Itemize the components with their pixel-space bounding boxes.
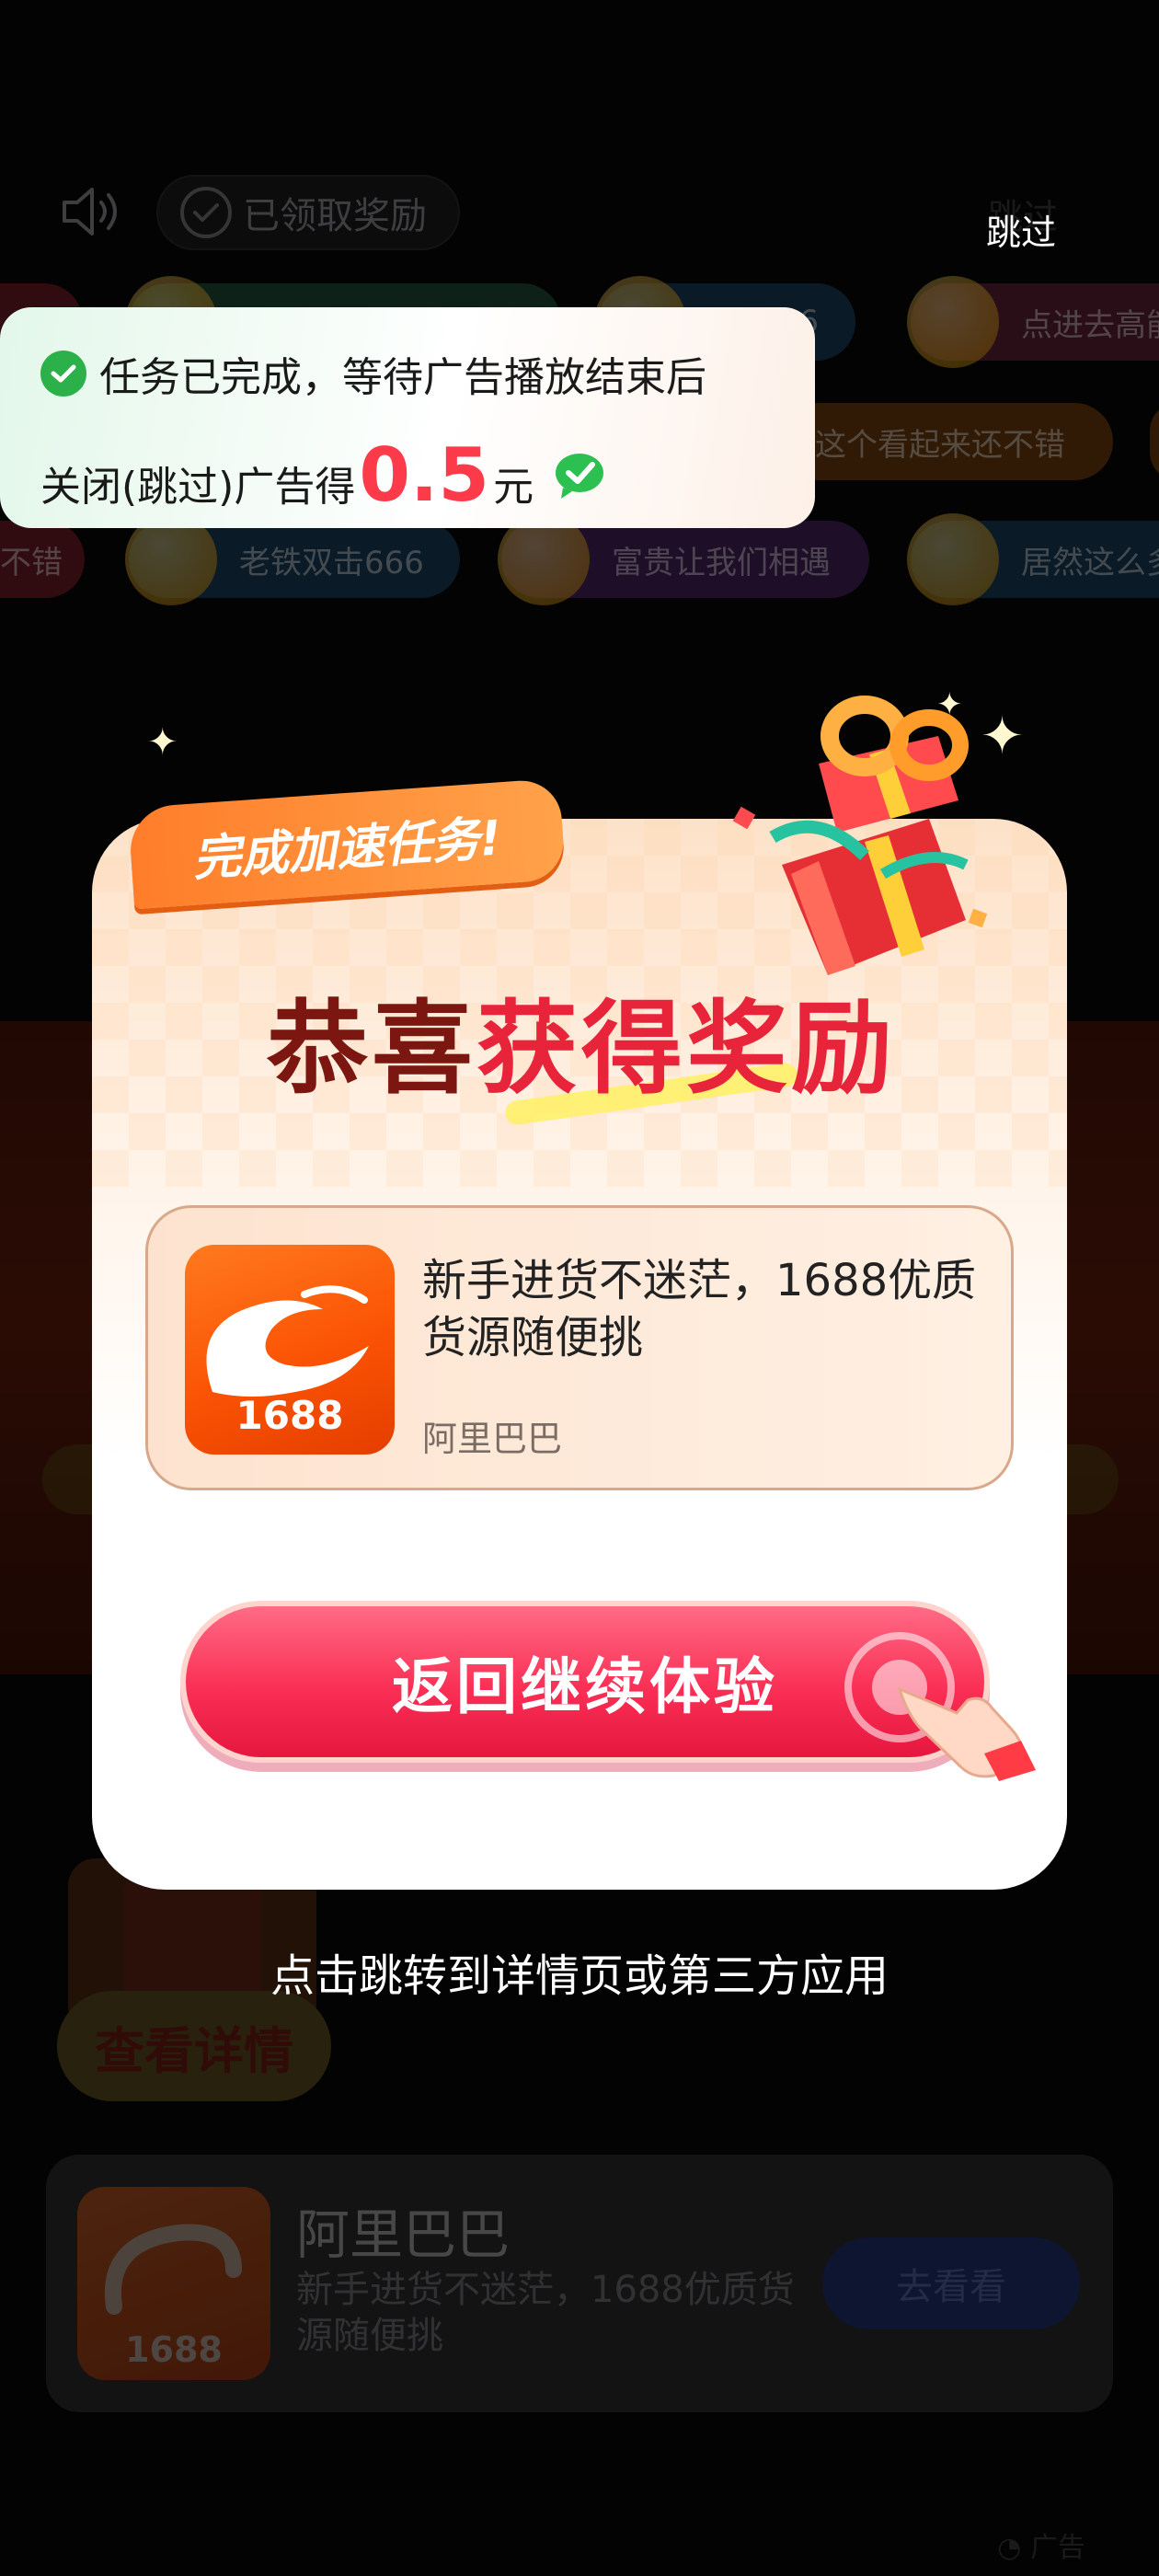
view-details-button[interactable]: 查看详情	[57, 1991, 331, 2101]
congrats-title: 恭喜获得奖励	[267, 990, 896, 1108]
danmu-bubble: 不错	[0, 521, 85, 598]
app-download-card[interactable]: 1688 阿里巴巴 新手进货不迷茫，1688优质货源随便挑 去看看	[46, 2155, 1113, 2412]
sound-icon[interactable]	[61, 186, 125, 237]
open-gift-box-icon	[732, 696, 988, 975]
danmu-bubble: 这个看起来还不错	[782, 403, 1113, 480]
reward-unit: 元	[493, 464, 534, 511]
wechat-icon	[556, 453, 604, 499]
claimed-label: 已领取奖励	[243, 195, 427, 237]
emoji-starry-eyes-icon	[907, 276, 999, 368]
skip-button[interactable]: 跳过	[986, 204, 1056, 255]
toast-message: 任务已完成，等待广告播放结束后	[99, 354, 706, 401]
danmu-bubble	[1150, 403, 1159, 480]
alibaba-logo-icon: 1688	[77, 2187, 270, 2380]
reward-amount: 0.5	[359, 432, 490, 518]
toast-reward-prefix: 关闭(跳过)广告得	[40, 464, 356, 511]
go-see-button[interactable]: 去看看	[822, 2237, 1080, 2329]
danmu-bubble: 老铁双击666	[125, 513, 460, 605]
check-circle-icon	[40, 351, 86, 397]
toast-line-1: 任务已完成，等待广告播放结束后	[40, 344, 706, 403]
app-reward-card[interactable]: 1688 新手进货不迷茫，1688优质货源随便挑 阿里巴巴	[145, 1205, 1014, 1490]
toast-line-2: 关闭(跳过)广告得 0.5 元	[40, 432, 614, 518]
app-publisher: 阿里巴巴	[422, 1419, 563, 1459]
app-name: 阿里巴巴	[296, 2203, 511, 2266]
check-circle-icon	[180, 187, 232, 238]
danmu-row-3: 不错 老铁双击666 富贵让我们相遇 居然这么多	[0, 513, 1159, 613]
app-description: 新手进货不迷茫，1688优质货源随便挑	[296, 2269, 795, 2357]
reward-claimed-pill: 已领取奖励	[156, 175, 460, 250]
pointing-hand-icon	[897, 1686, 1036, 1781]
danmu-bubble: 点进去高能	[907, 276, 1159, 368]
danmu-bubble: 富贵让我们相遇	[498, 513, 869, 605]
svg-text:1688: 1688	[125, 2329, 223, 2370]
ad-label: ◔ 广告	[997, 2532, 1085, 2564]
alibaba-1688-logo-icon: 1688	[185, 1245, 395, 1455]
emoji-love-icon	[907, 513, 999, 605]
danmu-bubble: 居然这么多	[907, 513, 1159, 605]
sparkle-icon: ✦	[147, 721, 178, 764]
redirect-hint: 点击跳转到详情页或第三方应用	[270, 1950, 889, 2002]
app-reward-title: 新手进货不迷茫，1688优质货源随便挑	[422, 1255, 977, 1363]
task-complete-toast: 任务已完成，等待广告播放结束后 关闭(跳过)广告得 0.5 元	[0, 307, 815, 528]
